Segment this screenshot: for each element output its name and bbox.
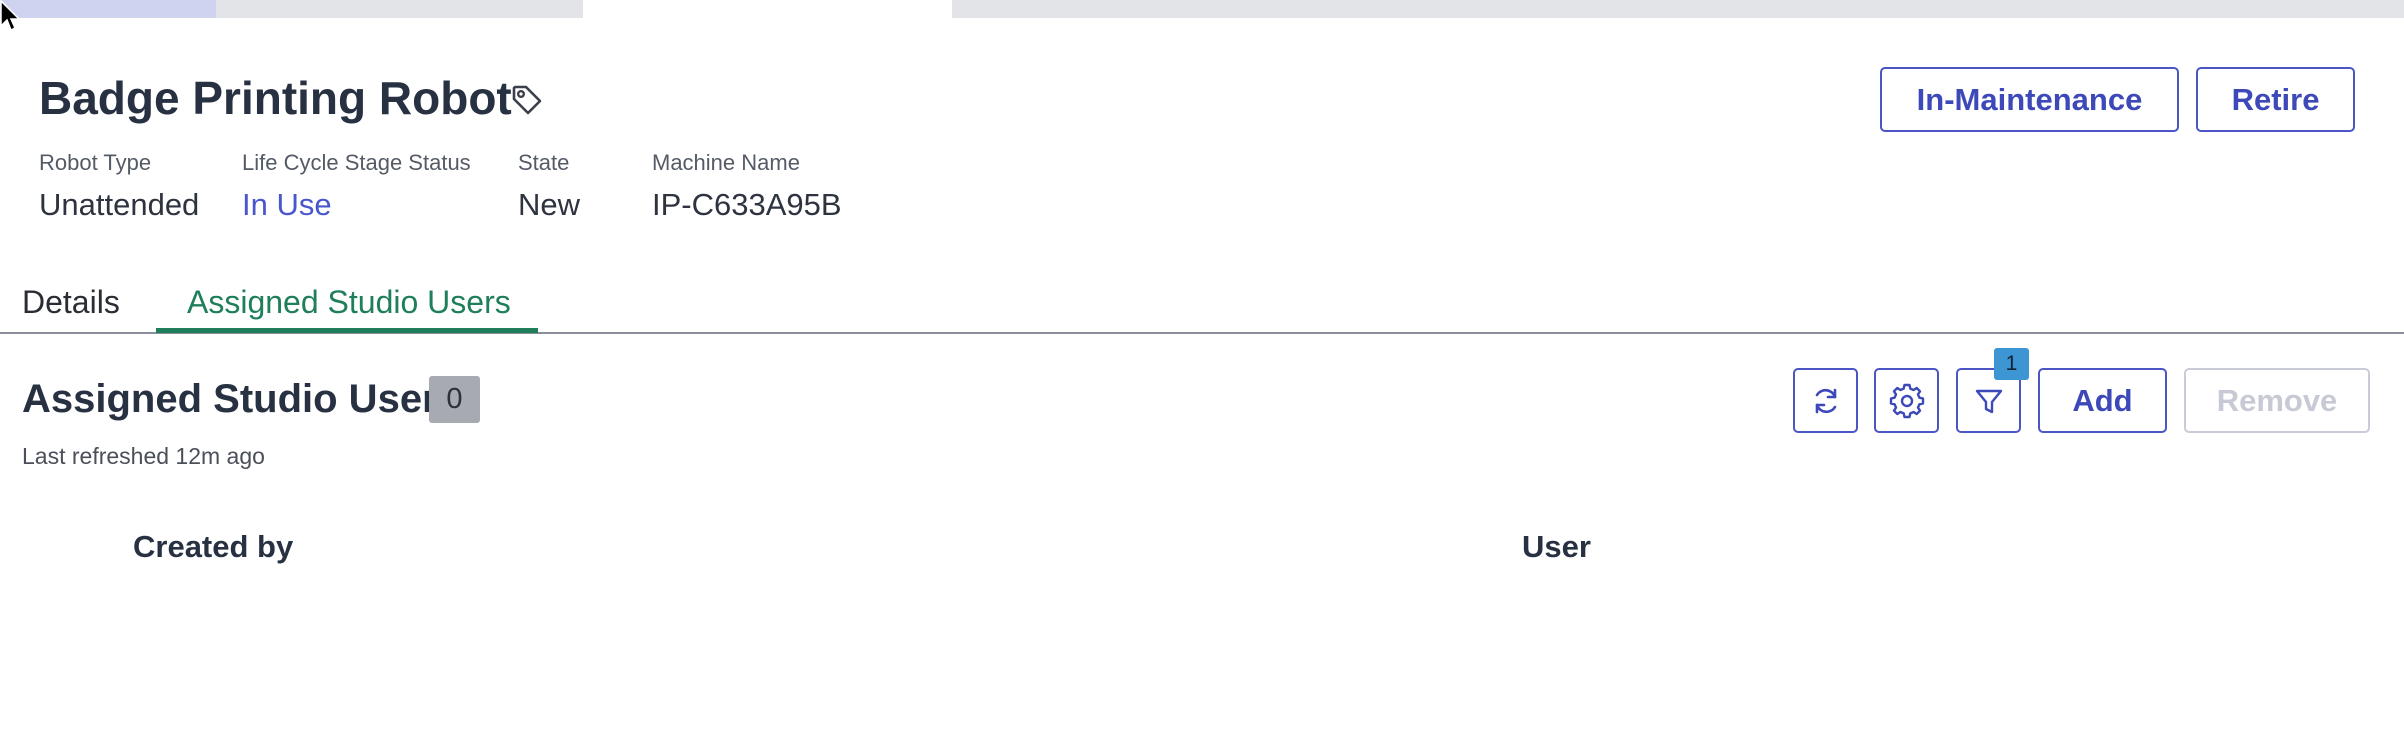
in-maintenance-button[interactable]: In-Maintenance xyxy=(1880,67,2179,132)
tag-icon[interactable] xyxy=(510,83,544,117)
retire-button[interactable]: Retire xyxy=(2196,67,2355,132)
filter-count-badge: 1 xyxy=(1994,348,2029,380)
gear-icon xyxy=(1889,383,1924,418)
page-title: Badge Printing Robot xyxy=(39,72,512,124)
tab-strip-segment[interactable] xyxy=(0,0,216,18)
robot-type-value: Unattended xyxy=(39,187,200,222)
mouse-cursor-icon xyxy=(0,0,21,32)
refresh-button[interactable] xyxy=(1793,368,1858,433)
state-label: State xyxy=(518,150,570,175)
tab-strip-segment[interactable] xyxy=(952,0,2404,18)
filter-icon xyxy=(1975,389,2002,413)
browser-tab-strip xyxy=(0,0,2404,18)
refresh-icon xyxy=(1815,388,1836,413)
lifecycle-status-link[interactable]: In Use xyxy=(242,187,332,223)
tab-assigned-studio-users[interactable]: Assigned Studio Users xyxy=(187,282,511,322)
state-value: New xyxy=(518,187,581,222)
last-refreshed-text: Last refreshed 12m ago xyxy=(22,443,265,469)
remove-button[interactable]: Remove xyxy=(2184,368,2370,433)
active-tab-indicator xyxy=(156,328,538,333)
column-header-user[interactable]: User xyxy=(1522,527,1591,567)
robot-type-label: Robot Type xyxy=(39,150,152,175)
add-button[interactable]: Add xyxy=(2038,368,2167,433)
section-title: Assigned Studio Users xyxy=(22,377,460,421)
tab-strip-segment[interactable] xyxy=(583,0,952,18)
machine-name-value: IP-C633A95B xyxy=(652,187,842,222)
settings-button[interactable] xyxy=(1874,368,1939,433)
tab-details[interactable]: Details xyxy=(22,282,120,322)
machine-name-label: Machine Name xyxy=(652,150,800,175)
tab-strip-segment[interactable] xyxy=(216,0,583,18)
column-header-created-by[interactable]: Created by xyxy=(133,527,293,567)
user-count-badge: 0 xyxy=(429,376,480,423)
lifecycle-status-label: Life Cycle Stage Status xyxy=(242,150,471,175)
